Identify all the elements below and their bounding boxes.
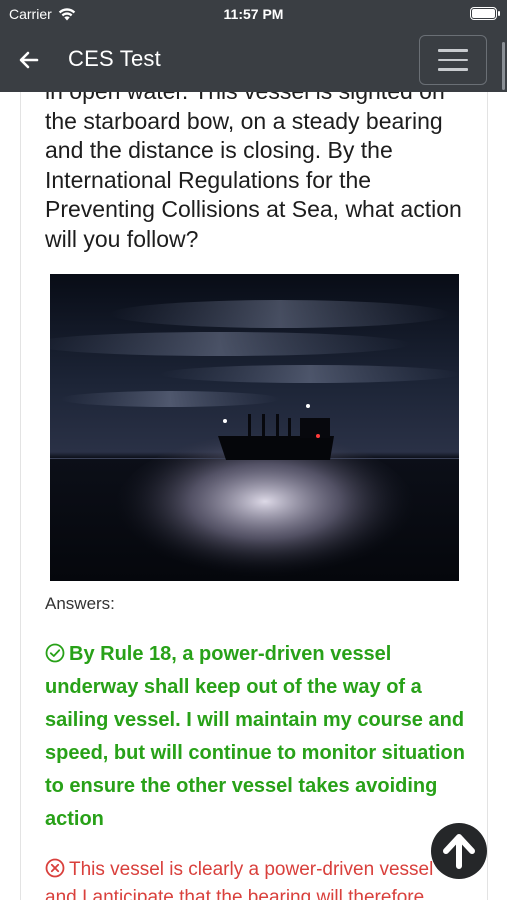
arrow-up-icon bbox=[443, 834, 475, 869]
menu-toggle-button[interactable] bbox=[419, 35, 487, 85]
arrow-left-icon bbox=[19, 51, 39, 69]
question-text: in open water. This vessel is sighted on… bbox=[45, 92, 462, 252]
back-button[interactable] bbox=[14, 46, 44, 74]
scroll-to-top-button[interactable] bbox=[431, 823, 487, 879]
question-image bbox=[50, 274, 459, 581]
page-title: CES Test bbox=[68, 46, 161, 71]
ship-at-night-image bbox=[50, 274, 459, 581]
answers-label: Answers: bbox=[45, 594, 115, 613]
answer-option-correct[interactable]: By Rule 18, a power-driven vessel underw… bbox=[45, 638, 475, 836]
answer-text: This vessel is clearly a power-driven ve… bbox=[45, 859, 434, 900]
answer-text: By Rule 18, a power-driven vessel underw… bbox=[45, 643, 465, 830]
status-bar: Carrier 11:57 PM bbox=[0, 0, 507, 28]
question-card: in open water. This vessel is sighted on… bbox=[20, 92, 488, 900]
scroll-indicator bbox=[502, 42, 505, 90]
answer-option-wrong[interactable]: This vessel is clearly a power-driven ve… bbox=[45, 856, 465, 900]
clock: 11:57 PM bbox=[223, 6, 284, 22]
x-circle-icon bbox=[45, 858, 65, 878]
navigation-bar: CES Test bbox=[0, 28, 507, 92]
check-circle-icon bbox=[45, 643, 65, 663]
battery-icon bbox=[470, 7, 500, 20]
hamburger-icon bbox=[438, 49, 468, 52]
